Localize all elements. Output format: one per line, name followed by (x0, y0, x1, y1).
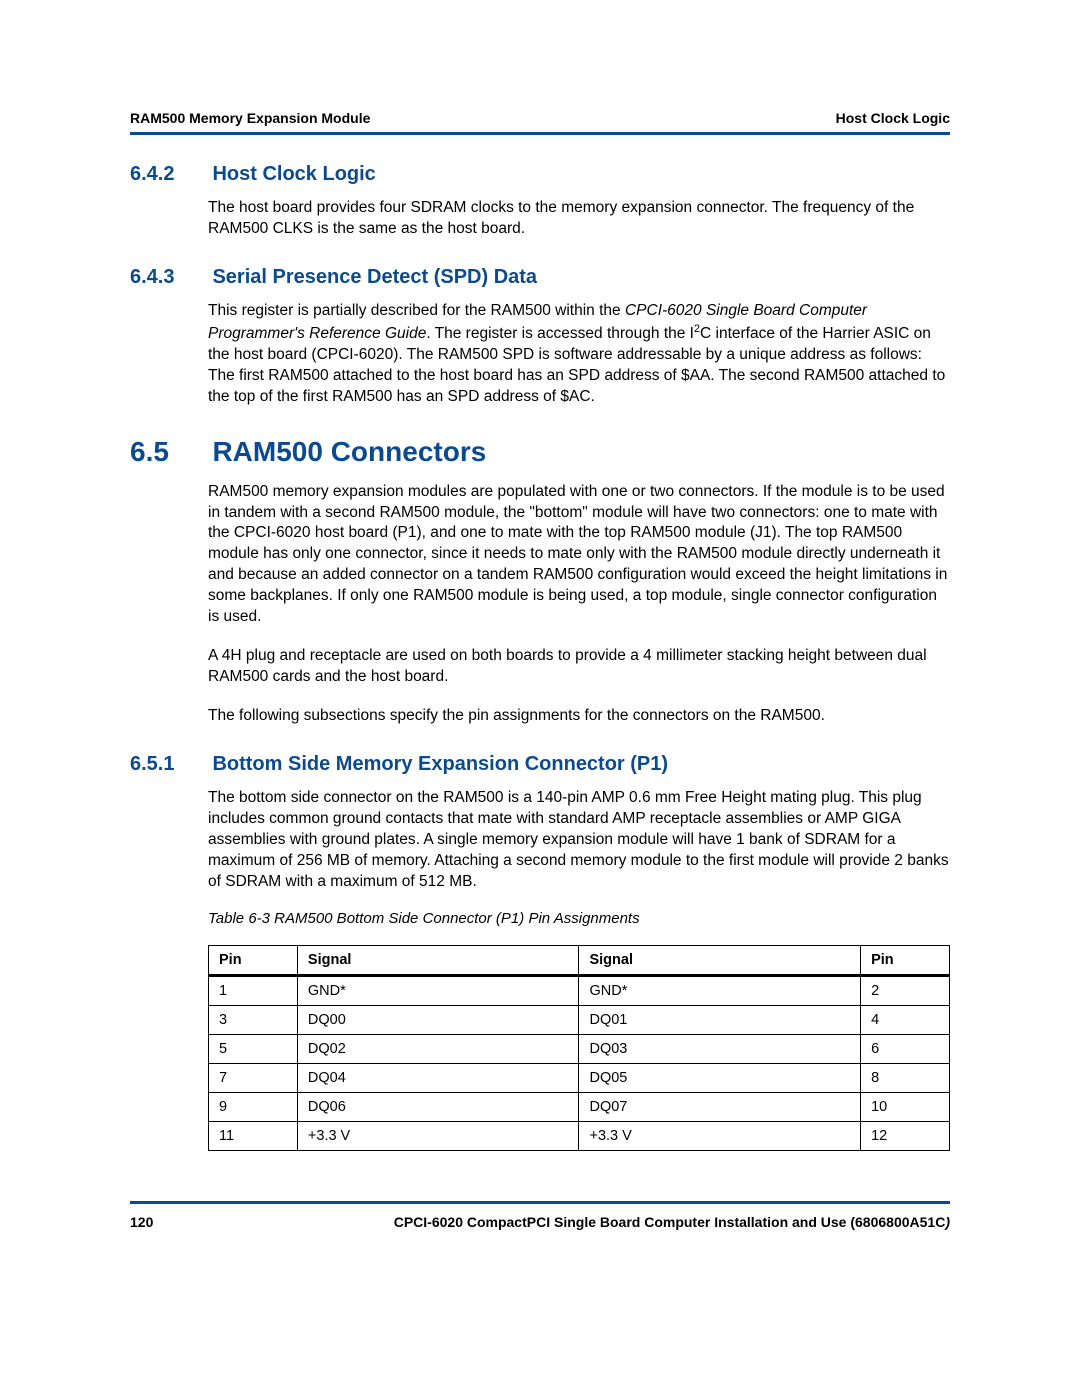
cell-signal: DQ06 (297, 1093, 579, 1122)
cell-signal: DQ04 (297, 1064, 579, 1093)
table-row: 9 DQ06 DQ07 10 (209, 1093, 950, 1122)
table-caption: Table 6-3 RAM500 Bottom Side Connector (… (208, 910, 950, 927)
section-6-4-3-body: This register is partially described for… (208, 301, 950, 408)
cell-pin: 4 (861, 1006, 950, 1035)
cell-signal: DQ05 (579, 1064, 861, 1093)
document-page: RAM500 Memory Expansion Module Host Cloc… (0, 0, 1080, 1290)
cell-pin: 10 (861, 1093, 950, 1122)
cell-signal: +3.3 V (579, 1122, 861, 1151)
text-fragment: . The register is accessed through the I (426, 325, 694, 342)
footer-doc-id: CPCI-6020 CompactPCI Single Board Comput… (394, 1214, 950, 1230)
paragraph: A 4H plug and receptacle are used on bot… (208, 646, 950, 688)
cell-pin: 8 (861, 1064, 950, 1093)
cell-pin: 2 (861, 976, 950, 1006)
section-title: Serial Presence Detect (SPD) Data (212, 266, 537, 289)
cell-signal: DQ07 (579, 1093, 861, 1122)
cell-pin: 5 (209, 1035, 298, 1064)
section-number: 6.4.3 (130, 266, 208, 289)
cell-pin: 3 (209, 1006, 298, 1035)
section-title: Host Clock Logic (212, 163, 375, 186)
section-6-4-3-heading: 6.4.3 Serial Presence Detect (SPD) Data (130, 266, 950, 289)
table-row: 7 DQ04 DQ05 8 (209, 1064, 950, 1093)
cell-signal: DQ03 (579, 1035, 861, 1064)
header-left: RAM500 Memory Expansion Module (130, 110, 370, 126)
section-title: Bottom Side Memory Expansion Connector (… (212, 753, 668, 776)
paragraph: RAM500 memory expansion modules are popu… (208, 482, 950, 628)
header-right: Host Clock Logic (836, 110, 950, 126)
cell-signal: DQ02 (297, 1035, 579, 1064)
pin-assignments-table: Pin Signal Signal Pin 1 GND* GND* 2 3 DQ… (208, 945, 950, 1151)
footer-italic: ) (945, 1214, 950, 1230)
cell-signal: GND* (579, 976, 861, 1006)
footer-rule (130, 1201, 950, 1204)
table-row: 3 DQ00 DQ01 4 (209, 1006, 950, 1035)
page-header: RAM500 Memory Expansion Module Host Cloc… (130, 110, 950, 126)
cell-pin: 12 (861, 1122, 950, 1151)
section-6-5-heading: 6.5 RAM500 Connectors (130, 436, 950, 468)
col-header-pin: Pin (209, 946, 298, 976)
cell-pin: 11 (209, 1122, 298, 1151)
section-6-5-body: RAM500 memory expansion modules are popu… (208, 482, 950, 727)
section-6-4-2-heading: 6.4.2 Host Clock Logic (130, 163, 950, 186)
col-header-signal: Signal (297, 946, 579, 976)
text-fragment: This register is partially described for… (208, 302, 625, 319)
section-number: 6.5 (130, 436, 208, 468)
cell-signal: GND* (297, 976, 579, 1006)
table-row: 1 GND* GND* 2 (209, 976, 950, 1006)
cell-pin: 7 (209, 1064, 298, 1093)
section-number: 6.5.1 (130, 753, 208, 776)
cell-signal: +3.3 V (297, 1122, 579, 1151)
section-6-5-1-body: The bottom side connector on the RAM500 … (208, 788, 950, 1152)
col-header-pin: Pin (861, 946, 950, 976)
cell-signal: DQ00 (297, 1006, 579, 1035)
paragraph: The bottom side connector on the RAM500 … (208, 788, 950, 893)
cell-pin: 1 (209, 976, 298, 1006)
page-number: 120 (130, 1214, 153, 1230)
section-title: RAM500 Connectors (212, 436, 486, 468)
section-number: 6.4.2 (130, 163, 208, 186)
paragraph: The following subsections specify the pi… (208, 706, 950, 727)
footer-text: CPCI-6020 CompactPCI Single Board Comput… (394, 1214, 946, 1230)
table-header-row: Pin Signal Signal Pin (209, 946, 950, 976)
header-rule (130, 132, 950, 135)
col-header-signal: Signal (579, 946, 861, 976)
section-6-5-1-heading: 6.5.1 Bottom Side Memory Expansion Conne… (130, 753, 950, 776)
page-footer: 120 CPCI-6020 CompactPCI Single Board Co… (130, 1214, 950, 1230)
cell-pin: 9 (209, 1093, 298, 1122)
cell-signal: DQ01 (579, 1006, 861, 1035)
paragraph: The host board provides four SDRAM clock… (208, 198, 950, 240)
paragraph: This register is partially described for… (208, 301, 950, 408)
cell-pin: 6 (861, 1035, 950, 1064)
table-row: 5 DQ02 DQ03 6 (209, 1035, 950, 1064)
table-row: 11 +3.3 V +3.3 V 12 (209, 1122, 950, 1151)
section-6-4-2-body: The host board provides four SDRAM clock… (208, 198, 950, 240)
